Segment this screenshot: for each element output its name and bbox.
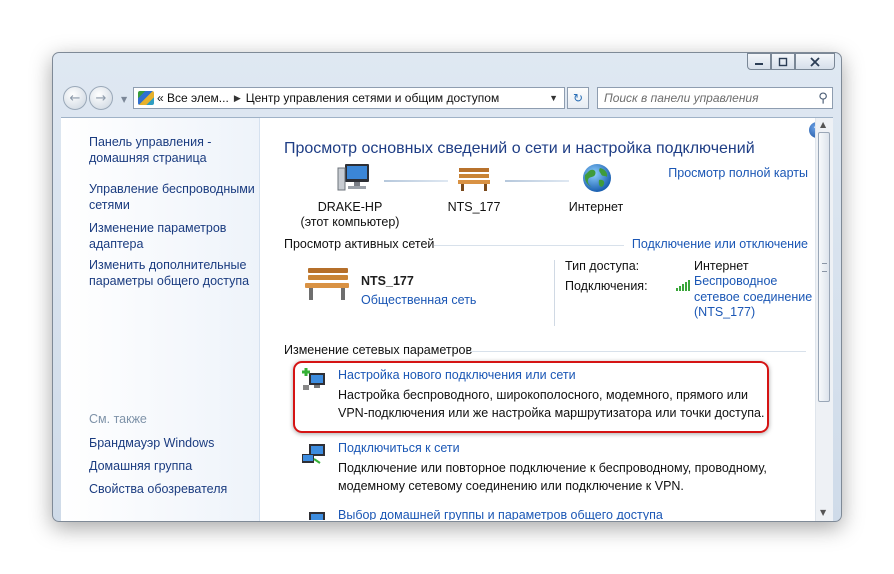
active-networks-title: Просмотр активных сетей [284,237,435,251]
forward-button[interactable]: → [89,86,113,110]
map-connector [384,180,448,182]
sidebar-item-homegroup[interactable]: Домашняя группа [89,458,259,474]
sidebar-item-firewall[interactable]: Брандмауэр Windows [89,435,259,451]
access-type-value: Интернет [694,259,749,273]
navigation-bar: ← → ▼ « Все элем... ▶ Центр управления с… [61,83,833,113]
back-button[interactable]: ← [63,86,87,110]
new-connection-link[interactable]: Настройка нового подключения или сети [338,368,576,382]
forward-arrow-icon: → [95,90,107,106]
minimize-button[interactable] [747,53,771,70]
scrollbar-thumb[interactable] [818,132,830,402]
network-category-link[interactable]: Общественная сеть [361,293,476,307]
node-name: DRAKE-HP [317,200,383,214]
address-dropdown-icon[interactable]: ▼ [549,93,558,103]
homegroup-icon [309,512,325,520]
task-new-connection: Настройка нового подключения или сети На… [300,368,770,428]
refresh-icon: ↻ [572,91,584,105]
breadcrumb-network-center[interactable]: Центр управления сетями и общим доступом [246,91,500,105]
connect-network-icon [302,444,325,464]
view-full-map-link[interactable]: Просмотр полной карты [668,166,808,180]
globe-icon [583,164,611,192]
node-sub: (этот компьютер) [300,215,400,229]
search-box[interactable]: Поиск в панели управления ⚲ [597,87,833,109]
breadcrumb-arrow-icon[interactable]: ▶ [234,93,241,104]
task-connect-network: Подключиться к сети Подключение или повт… [300,441,770,501]
computer-icon [337,164,369,191]
connect-network-description: Подключение или повторное подключение к … [338,461,767,493]
connections-label: Подключения: [565,279,648,293]
access-type-label: Тип доступа: [565,259,640,273]
search-input[interactable]: Поиск в панели управления [598,91,814,105]
sidebar-item-internet-options[interactable]: Свойства обозревателя [89,481,259,497]
wireless-connection-link[interactable]: Беспроводное сетевое соединение (NTS_177… [694,274,824,321]
connect-disconnect-link[interactable]: Подключение или отключение [632,237,808,251]
sidebar-item-sharing[interactable]: Изменить дополнительные параметры общего… [89,257,259,289]
divider [554,260,555,326]
content-area: Панель управления - домашняя страница Уп… [61,117,833,521]
node-this-computer: DRAKE-HP (этот компьютер) [296,200,404,230]
control-panel-window: ← → ▼ « Все элем... ▶ Центр управления с… [52,52,842,522]
bench-icon [458,168,490,191]
recent-pages-dropdown[interactable]: ▼ [121,95,127,104]
back-arrow-icon: ← [69,90,81,106]
sidebar-item-home[interactable]: Панель управления - домашняя страница [89,134,259,166]
address-bar[interactable]: « Все элем... ▶ Центр управления сетями … [133,87,565,109]
window-caption-buttons [747,53,835,70]
network-bench-icon [305,268,349,300]
node-network: NTS_177 [447,200,501,214]
scroll-up-icon[interactable]: ▲ [820,120,826,129]
new-connection-description: Настройка беспроводного, широкополосного… [338,388,765,420]
new-connection-icon [302,368,325,390]
change-settings-title: Изменение сетевых параметров [284,343,473,357]
scroll-down-icon[interactable]: ▼ [820,508,826,517]
search-icon[interactable]: ⚲ [814,91,832,106]
grip-icon [822,263,827,272]
sidebar-item-wireless[interactable]: Управление беспроводными сетями [89,181,259,213]
connect-network-link[interactable]: Подключиться к сети [338,441,460,455]
homegroup-link[interactable]: Выбор домашней группы и параметров общег… [338,510,663,520]
minimize-icon [755,62,763,65]
close-button[interactable] [795,53,835,70]
map-connector [505,180,569,182]
refresh-button[interactable]: ↻ [567,87,589,109]
task-homegroup: Выбор домашней группы и параметров общег… [300,510,770,520]
main-panel: ? Просмотр основных сведений о сети и на… [260,118,825,521]
node-internet: Интернет [568,200,624,214]
task-pane: Панель управления - домашняя страница Уп… [61,118,260,521]
divider [470,351,806,352]
divider [434,245,624,246]
wifi-signal-icon [676,280,690,291]
breadcrumb-all-items[interactable]: « Все элем... [157,91,229,105]
control-panel-icon [138,91,154,105]
vertical-scrollbar[interactable]: ▲ ▼ [815,118,833,521]
maximize-button[interactable] [771,53,795,70]
page-title: Просмотр основных сведений о сети и наст… [284,140,755,157]
see-also-title: См. также [89,412,147,426]
maximize-icon [778,57,788,66]
network-name: NTS_177 [361,274,414,288]
close-icon [810,56,820,67]
sidebar-item-adapter[interactable]: Изменение параметров адаптера [89,220,259,252]
